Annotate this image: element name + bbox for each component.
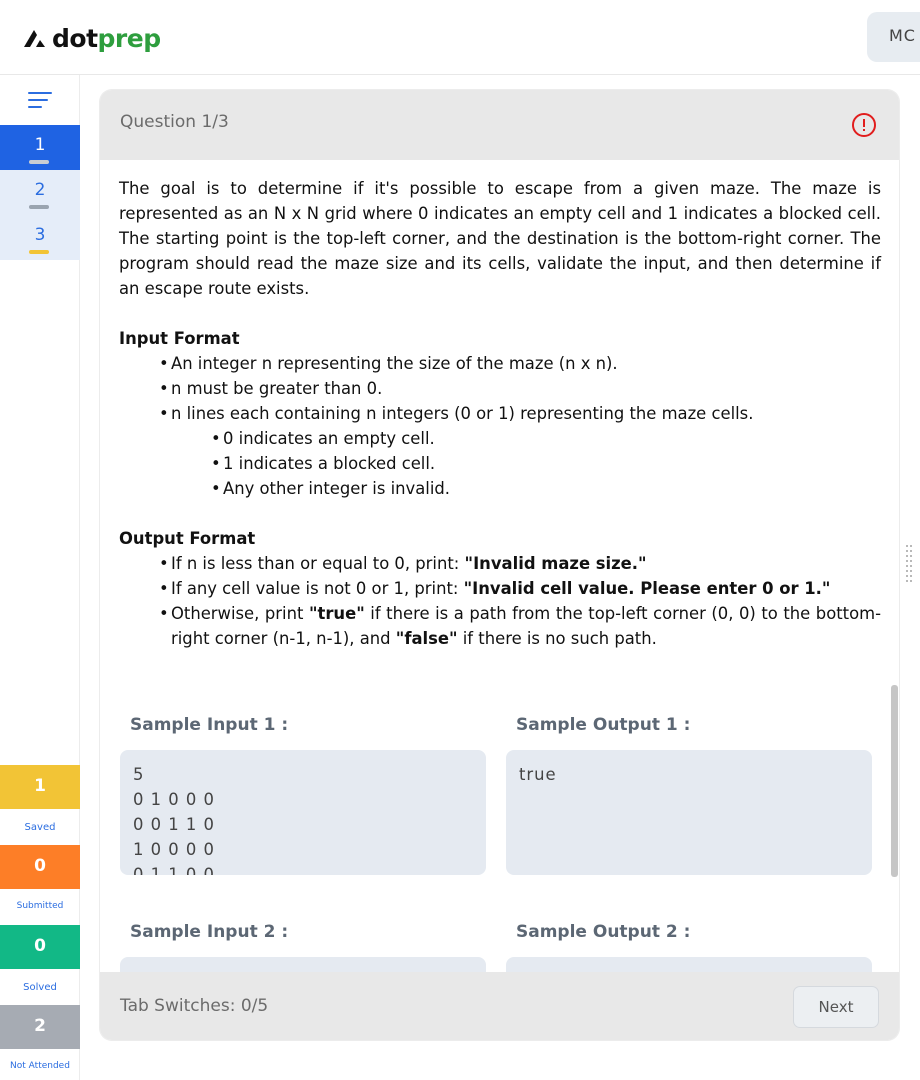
list-item: 1 indicates a blocked cell. (211, 451, 881, 476)
sample-input-1-label: Sample Input 1 : (130, 715, 289, 735)
sample-output-1-label: Sample Output 1 : (516, 715, 691, 735)
top-header: dotprep MC (0, 0, 920, 75)
sample-output-2-label: Sample Output 2 : (516, 922, 691, 942)
sample-output-1-box[interactable]: true (506, 750, 872, 875)
submitted-label: Submitted (16, 901, 64, 911)
logo-text: dotprep (52, 24, 161, 53)
sample-input-line: 1 0 0 0 0 (133, 840, 215, 859)
question-nav: 1 2 3 (0, 125, 80, 260)
sample-output-line: true (519, 765, 557, 784)
input-format-sublist: 0 indicates an empty cell. 1 indicates a… (211, 426, 881, 501)
sample-input-2-label: Sample Input 2 : (130, 922, 289, 942)
dotprep-logo[interactable]: dotprep (22, 22, 161, 54)
question-sidebar: 1 2 3 1 Saved 0 Submitted 0 Solved 2 Not… (0, 75, 80, 1080)
not-attended-label: Not Attended (10, 1061, 70, 1071)
question-status-bar (29, 160, 49, 164)
problem-description: The goal is to determine if it's possibl… (119, 179, 881, 298)
question-nav-item-2[interactable]: 2 (0, 170, 80, 215)
logo-prep-text: prep (97, 23, 162, 53)
resize-handle-icon[interactable] (906, 545, 914, 587)
list-item: Any other integer is invalid. (211, 476, 881, 501)
output-rule-text: If any cell value is not 0 or 1, print: (171, 579, 464, 598)
input-format-sublist-wrapper: 0 indicates an empty cell. 1 indicates a… (159, 426, 881, 501)
content-scrollbar[interactable] (891, 685, 898, 877)
output-rule-value: "Invalid maze size." (464, 554, 647, 573)
question-footer: Tab Switches: 0/5 Next (100, 972, 899, 1040)
output-format-list: If n is less than or equal to 0, print: … (159, 551, 881, 651)
solved-label: Solved (23, 982, 57, 993)
list-item: If n is less than or equal to 0, print: … (159, 551, 881, 576)
not-attended-count: 2 (0, 1005, 80, 1049)
list-item: If any cell value is not 0 or 1, print: … (159, 576, 881, 601)
list-item: 0 indicates an empty cell. (211, 426, 881, 451)
list-item: An integer n representing the size of th… (159, 351, 881, 376)
input-format-list: An integer n representing the size of th… (159, 351, 881, 426)
question-card: Question 1/3 The goal is to determine if… (100, 90, 899, 1040)
list-item: n must be greater than 0. (159, 376, 881, 401)
question-status-bar (29, 250, 49, 254)
output-rule-value: "false" (395, 629, 458, 648)
question-nav-item-1[interactable]: 1 (0, 125, 80, 170)
saved-count: 1 (0, 765, 80, 809)
question-nav-item-3[interactable]: 3 (0, 215, 80, 260)
sample-input-line: 5 (133, 765, 145, 784)
logo-mark-icon (24, 30, 45, 47)
user-avatar-button[interactable]: MC (867, 12, 920, 62)
solved-count: 0 (0, 925, 80, 969)
menu-icon[interactable] (28, 92, 52, 110)
output-rule-text: Otherwise, print (171, 604, 309, 623)
input-format-title: Input Format (119, 329, 240, 348)
next-button[interactable]: Next (793, 986, 879, 1028)
output-rule-text: If n is less than or equal to 0, print: (171, 554, 465, 573)
output-format-title: Output Format (119, 529, 256, 548)
question-title: Question 1/3 (120, 112, 229, 132)
question-number: 1 (34, 135, 46, 155)
question-header: Question 1/3 (100, 90, 899, 160)
sample-input-1-box[interactable]: 5 0 1 0 0 0 0 0 1 1 0 1 0 0 0 0 0 1 1 0 … (120, 750, 486, 875)
submitted-count: 0 (0, 845, 80, 889)
sample-input-line: 0 1 0 0 0 (133, 790, 215, 809)
question-number: 2 (34, 180, 46, 200)
question-number: 3 (34, 225, 46, 245)
output-rule-text: if there is no such path. (457, 629, 657, 648)
output-rule-value: "true" (308, 604, 365, 623)
list-item: n lines each containing n integers (0 or… (159, 401, 881, 426)
question-body: The goal is to determine if it's possibl… (119, 176, 881, 651)
list-item: Otherwise, print "true" if there is a pa… (159, 601, 881, 651)
report-alert-icon[interactable] (851, 112, 877, 138)
question-status-bar (29, 205, 49, 209)
output-rule-value: "Invalid cell value. Please enter 0 or 1… (463, 579, 831, 598)
sample-input-line: 0 0 1 1 0 (133, 815, 215, 834)
tab-switches-counter: Tab Switches: 0/5 (120, 996, 269, 1016)
logo-dot-text: dot (52, 23, 98, 53)
saved-label: Saved (24, 822, 56, 833)
sample-input-line: 0 1 1 0 0 (133, 865, 215, 875)
